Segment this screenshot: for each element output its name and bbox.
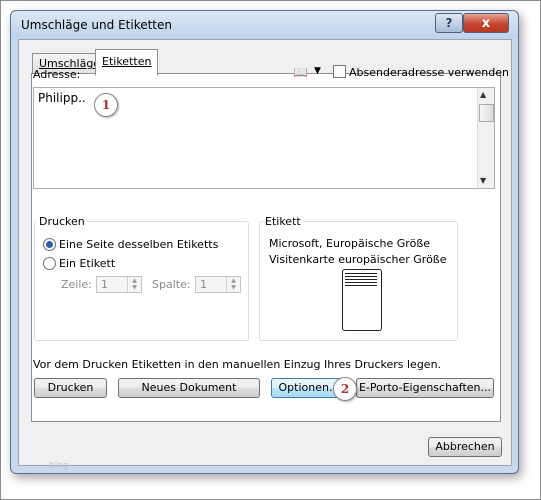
radio-single-label[interactable] <box>43 257 56 270</box>
address-book-icon[interactable]: 📖 <box>293 65 308 79</box>
address-value: Philipp.. <box>38 91 86 105</box>
label-group-legend: Etikett <box>263 215 303 228</box>
radio-full-page-label: Eine Seite desselben Etiketts <box>59 238 219 251</box>
scroll-up-icon[interactable]: ▲ <box>480 90 486 99</box>
cancel-button[interactable]: Abbrechen <box>428 437 502 457</box>
new-document-button[interactable]: Neues Dokument <box>118 378 260 398</box>
print-button[interactable]: Drucken <box>34 378 107 398</box>
column-stepper[interactable]: 1 ▲ ▼ <box>195 276 241 293</box>
eporto-properties-button[interactable]: E-Porto-Eigenschaften... <box>356 378 494 398</box>
label-preview-lines <box>345 273 377 288</box>
column-label: Spalte: <box>152 278 191 291</box>
window-title: Umschläge und Etiketten <box>21 18 172 32</box>
column-stepper-arrows[interactable]: ▲ ▼ <box>226 277 240 292</box>
address-scrollbar[interactable]: ▲ ▼ <box>477 88 494 188</box>
dialog-window: Umschläge und Etiketten ? x Umschläge Et… <box>10 10 519 474</box>
scroll-thumb[interactable] <box>479 104 494 122</box>
title-bar: Umschläge und Etiketten ? x <box>11 11 518 39</box>
print-group-legend: Drucken <box>37 215 87 228</box>
row-label: Zeile: <box>61 278 92 291</box>
callout-2: 2 <box>333 377 357 401</box>
help-button[interactable]: ? <box>435 13 463 33</box>
callout-1: 1 <box>94 93 118 117</box>
tab-label: Etiketten <box>102 55 152 68</box>
scroll-down-icon[interactable]: ▼ <box>480 176 486 185</box>
watermark: blog <box>49 461 69 471</box>
column-value: 1 <box>200 278 207 291</box>
row-stepper[interactable]: 1 ▲ ▼ <box>96 276 142 293</box>
chevron-down-icon[interactable]: ▼ <box>314 66 321 76</box>
tab-etiketten[interactable]: Etiketten <box>95 49 159 76</box>
label-vendor: Microsoft, Europäische Größe <box>269 237 431 250</box>
use-sender-label: Absenderadresse verwenden <box>349 66 510 79</box>
address-label: Adresse: <box>33 68 81 81</box>
close-button[interactable]: x <box>463 13 509 33</box>
label-preview-icon <box>342 269 382 331</box>
row-value: 1 <box>101 278 108 291</box>
label-product: Visitenkarte europäischer Größe <box>269 253 447 266</box>
use-sender-checkbox[interactable] <box>333 65 346 78</box>
radio-full-page[interactable] <box>43 238 56 251</box>
row-stepper-arrows[interactable]: ▲ ▼ <box>127 277 141 292</box>
radio-single-label-text: Ein Etikett <box>59 257 116 270</box>
footer-instruction: Vor dem Drucken Etiketten in den manuell… <box>33 358 442 371</box>
